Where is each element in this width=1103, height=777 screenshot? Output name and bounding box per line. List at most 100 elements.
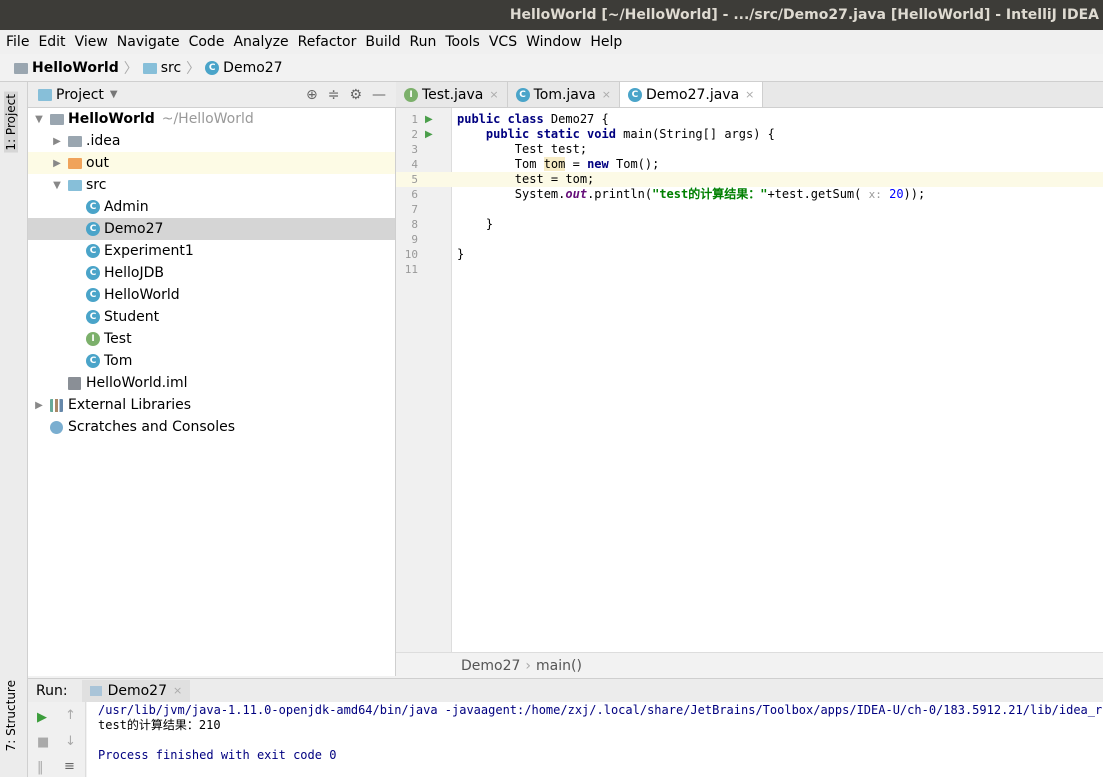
chevron-down-icon[interactable]: ▼ xyxy=(50,180,64,191)
code-line: test = tom; xyxy=(457,172,595,186)
tree-item[interactable]: C HelloWorld xyxy=(28,284,395,306)
tree-item[interactable]: ▼ src xyxy=(28,174,395,196)
editor-breadcrumb: Demo27 › main() xyxy=(396,652,1103,678)
close-icon[interactable]: × xyxy=(489,88,498,101)
class-icon: C xyxy=(86,354,100,368)
editor-tab[interactable]: I Test.java × xyxy=(396,82,508,107)
tree-item-label: HelloWorld xyxy=(68,111,155,127)
code-editor[interactable]: public class Demo27 { public static void… xyxy=(452,108,1103,652)
line-number: 7 xyxy=(411,203,418,216)
project-panel-header: Project ▼ ⊕≑⚙— xyxy=(28,82,396,108)
tree-item[interactable]: C Tom xyxy=(28,350,395,372)
folder-icon xyxy=(142,62,157,74)
line-number: 9 xyxy=(411,233,418,246)
locate-icon[interactable]: ⊕ xyxy=(306,87,328,103)
menu-help[interactable]: Help xyxy=(590,34,622,50)
console-line: test的计算结果：210 xyxy=(98,718,221,732)
console-output[interactable]: /usr/lib/jvm/java-1.11.0-openjdk-amd64/b… xyxy=(87,702,1103,777)
tree-item[interactable]: I Test xyxy=(28,328,395,350)
code-line: Tom tom = new Tom(); xyxy=(457,157,660,171)
menu-vcs[interactable]: VCS xyxy=(489,34,517,50)
tree-item[interactable]: C Student xyxy=(28,306,395,328)
tree-item[interactable]: HelloWorld.iml xyxy=(28,372,395,394)
project-view-selector[interactable]: Project xyxy=(56,87,104,103)
menu-view[interactable]: View xyxy=(75,34,108,50)
chevron-right-icon[interactable]: ▶ xyxy=(32,400,46,411)
console-line: Process finished with exit code 0 xyxy=(98,748,337,762)
code-line: } xyxy=(457,217,494,231)
pause-icon[interactable]: ‖ xyxy=(37,760,44,775)
class-main-icon: C xyxy=(86,288,100,302)
tree-item-label: External Libraries xyxy=(68,397,191,413)
chevron-down-icon[interactable]: ▼ xyxy=(110,89,118,100)
gear-icon[interactable]: ⚙ xyxy=(349,87,372,103)
code-line: System.out.println("test的计算结果："+test.get… xyxy=(457,187,926,201)
tree-item-label: out xyxy=(86,155,109,171)
menu-build[interactable]: Build xyxy=(365,34,400,50)
class-icon: C xyxy=(86,310,100,324)
class-main-icon: C xyxy=(86,222,100,236)
tree-item[interactable]: Scratches and Consoles xyxy=(28,416,395,438)
menu-refactor[interactable]: Refactor xyxy=(298,34,357,50)
project-tool-tab[interactable]: 1: Project xyxy=(4,92,18,153)
editor-tab[interactable]: C Tom.java × xyxy=(508,82,620,107)
tree-item[interactable]: ▶ External Libraries xyxy=(28,394,395,416)
code-line: Test test; xyxy=(457,142,588,156)
breadcrumb-project[interactable]: HelloWorld xyxy=(32,60,119,76)
rerun-icon[interactable]: ▶ xyxy=(37,710,47,725)
crumb-class[interactable]: Demo27 xyxy=(461,658,520,674)
stop-icon[interactable]: ■ xyxy=(37,735,49,750)
project-tree: ▼ HelloWorld ~/HelloWorld ▶ .idea ▶ out ▼ src C Ad… xyxy=(28,108,396,676)
tree-item-label: Scratches and Consoles xyxy=(68,419,235,435)
window-title: HelloWorld [~/HelloWorld] - .../src/Demo… xyxy=(0,0,1103,30)
collapse-all-icon[interactable]: ≑ xyxy=(328,87,350,103)
run-tab[interactable]: Demo27 × xyxy=(81,679,191,702)
down-arrow-icon[interactable]: ↓ xyxy=(65,734,76,749)
menu-edit[interactable]: Edit xyxy=(38,34,65,50)
library-icon xyxy=(50,398,63,412)
tree-item[interactable]: ▶ .idea xyxy=(28,130,395,152)
close-icon[interactable]: × xyxy=(173,684,182,697)
tree-item[interactable]: C Experiment1 xyxy=(28,240,395,262)
line-number: 4 xyxy=(411,158,418,171)
tree-item[interactable]: C Admin xyxy=(28,196,395,218)
structure-tool-tab[interactable]: 7: Structure xyxy=(4,680,18,751)
tree-item[interactable]: C HelloJDB xyxy=(28,262,395,284)
chevron-right-icon[interactable]: ▶ xyxy=(50,136,64,147)
close-icon[interactable]: × xyxy=(602,88,611,101)
menu-tools[interactable]: Tools xyxy=(445,34,480,50)
line-number: 11 xyxy=(404,263,418,276)
code-line: } xyxy=(457,247,465,261)
tree-item-label: Admin xyxy=(104,199,149,215)
class-main-icon: C xyxy=(86,266,100,280)
hide-icon[interactable]: — xyxy=(372,87,396,103)
tree-item[interactable]: C Demo27 xyxy=(28,218,395,240)
menu-window[interactable]: Window xyxy=(526,34,581,50)
run-gutter-icon[interactable]: ▶ xyxy=(425,112,433,127)
tree-item-label: Tom xyxy=(104,353,133,369)
console-icon xyxy=(89,685,102,696)
breadcrumb-src[interactable]: src xyxy=(161,60,181,76)
run-tab-label: Demo27 xyxy=(107,682,167,699)
menu-file[interactable]: File xyxy=(6,34,29,50)
editor-tab[interactable]: C Demo27.java × xyxy=(619,82,764,107)
soft-wrap-icon[interactable]: ≡ xyxy=(64,759,75,774)
breadcrumb: HelloWorld 〉 src 〉 C Demo27 xyxy=(0,55,1103,82)
tree-item[interactable]: ▼ HelloWorld ~/HelloWorld xyxy=(28,108,395,130)
class-main-icon: C xyxy=(627,87,642,102)
tab-label: Test.java xyxy=(422,86,484,103)
line-number: 6 xyxy=(411,188,418,201)
menu-code[interactable]: Code xyxy=(189,34,225,50)
menu-run[interactable]: Run xyxy=(410,34,437,50)
chevron-right-icon[interactable]: ▶ xyxy=(50,158,64,169)
class-icon: C xyxy=(515,87,530,102)
run-gutter-icon[interactable]: ▶ xyxy=(425,127,433,142)
menu-analyze[interactable]: Analyze xyxy=(233,34,288,50)
menu-navigate[interactable]: Navigate xyxy=(117,34,180,50)
crumb-method[interactable]: main() xyxy=(536,658,582,674)
tree-item[interactable]: ▶ out xyxy=(28,152,395,174)
close-icon[interactable]: × xyxy=(745,88,754,101)
up-arrow-icon[interactable]: ↑ xyxy=(65,708,76,723)
breadcrumb-file[interactable]: Demo27 xyxy=(223,60,282,76)
chevron-down-icon[interactable]: ▼ xyxy=(32,114,46,125)
